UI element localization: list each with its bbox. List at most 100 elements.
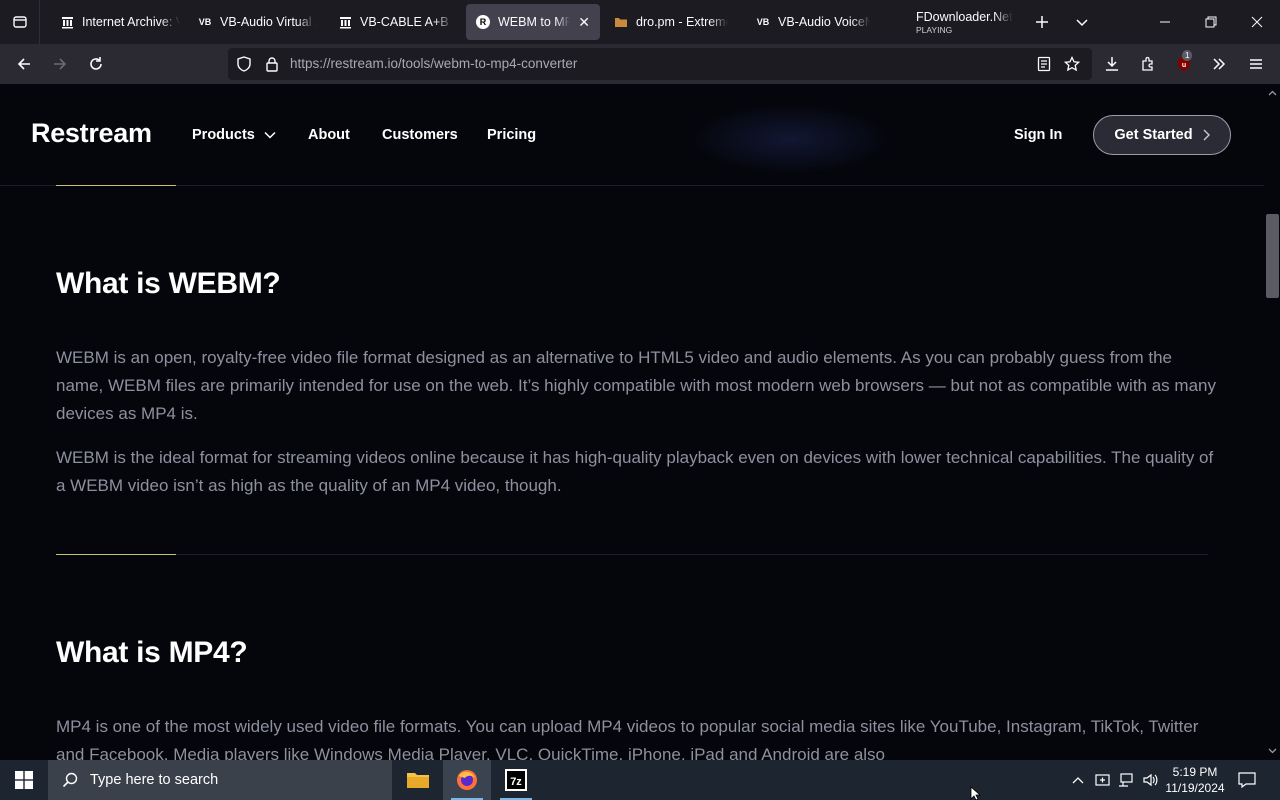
tab-bar: Internet Archive: V VB VB-Audio Virtual … (0, 0, 1280, 44)
section-divider (56, 554, 1208, 555)
taskbar: Type here to search 7z 5:19 PM 11/19/202… (0, 760, 1280, 800)
reload-button[interactable] (80, 48, 112, 80)
start-button[interactable] (0, 760, 48, 800)
firefox-view-button[interactable] (0, 0, 40, 44)
network-icon[interactable] (1116, 770, 1136, 790)
tab-webm-to-mp4[interactable]: R WEBM to MP4 ✕ (466, 4, 600, 40)
tab-vb-audio-virtual[interactable]: VB VB-Audio Virtual A (188, 4, 326, 40)
clock-time: 5:19 PM (1172, 765, 1218, 779)
tab-dro-pm[interactable]: dro.pm - Extreme (604, 4, 738, 40)
clock-date: 11/19/2024 (1165, 781, 1225, 795)
download-icon (1106, 57, 1118, 71)
nav-customers[interactable]: Customers (382, 127, 458, 143)
close-window-button[interactable] (1234, 0, 1280, 44)
restream-logo[interactable]: Restream (31, 118, 152, 149)
action-center-icon[interactable] (1237, 770, 1257, 790)
nav-about[interactable]: About (308, 127, 350, 143)
folder-icon (614, 15, 628, 29)
archive-icon (338, 15, 352, 29)
restore-icon (1205, 16, 1217, 28)
chevron-down-icon (1076, 19, 1088, 27)
arrow-right-icon (54, 58, 67, 70)
arrow-left-icon (17, 58, 30, 70)
svg-text:7z: 7z (510, 776, 522, 788)
navigation-toolbar: https://restream.io/tools/webm-to-mp4-co… (0, 44, 1280, 84)
close-tab-icon[interactable]: ✕ (578, 14, 590, 31)
webm-paragraph-2: WEBM is the ideal format for streaming v… (56, 448, 1214, 495)
tracking-protection-icon[interactable] (236, 56, 252, 72)
tab-label: WEBM to MP4 (498, 15, 571, 29)
nav-products[interactable]: Products (192, 127, 276, 143)
divider-accent (56, 185, 176, 186)
restore-button[interactable] (1188, 0, 1234, 44)
url-text: https://restream.io/tools/webm-to-mp4-co… (290, 56, 578, 71)
tab-vb-audio-voicemeeter[interactable]: VB VB-Audio VoiceM (746, 4, 880, 40)
firefox-view-icon (12, 16, 27, 28)
section-heading-mp4: What is MP4? (56, 636, 248, 669)
scroll-up-arrow-icon[interactable] (1267, 88, 1277, 98)
tab-internet-archive[interactable]: Internet Archive: V (50, 4, 190, 40)
page-scrollbar[interactable] (1264, 84, 1280, 760)
show-hidden-icons-button[interactable] (1068, 770, 1088, 790)
section-divider (56, 185, 1208, 186)
chevron-right-icon (1203, 129, 1210, 141)
hamburger-menu-icon (1250, 59, 1262, 69)
windows-logo-icon (15, 771, 33, 789)
search-icon (62, 772, 78, 788)
chevron-down-icon (264, 131, 276, 139)
app-menu-button[interactable] (1240, 48, 1272, 80)
header-glow (690, 104, 890, 174)
firefox-taskbar-button[interactable] (443, 760, 491, 800)
lock-icon[interactable] (264, 56, 280, 72)
nav-pricing[interactable]: Pricing (487, 127, 536, 143)
search-placeholder: Type here to search (90, 772, 219, 788)
vb-icon: VB (756, 17, 770, 27)
reader-view-icon[interactable] (1036, 56, 1052, 72)
minimize-button[interactable] (1142, 0, 1188, 44)
taskbar-clock[interactable]: 5:19 PM 11/19/2024 (1160, 764, 1230, 796)
mouse-cursor-icon (970, 786, 982, 800)
extensions-button[interactable] (1132, 48, 1164, 80)
scroll-thumb[interactable] (1266, 214, 1279, 298)
sign-in-link[interactable]: Sign In (1014, 127, 1062, 143)
minimize-icon (1160, 21, 1170, 23)
tab-label: FDownloader.Net (916, 9, 1013, 24)
new-tab-button[interactable] (1022, 0, 1062, 44)
tab-label: dro.pm - Extreme (636, 15, 728, 29)
taskbar-search-box[interactable]: Type here to search (48, 760, 392, 800)
tab-label: VB-Audio VoiceM (778, 15, 870, 29)
downloads-button[interactable] (1096, 48, 1128, 80)
file-explorer-taskbar-button[interactable] (394, 760, 442, 800)
tab-vb-cable[interactable]: VB-CABLE A+B Dr (328, 4, 463, 40)
folder-icon (407, 773, 429, 788)
vb-icon: VB (198, 17, 212, 27)
tab-label: VB-CABLE A+B Dr (360, 15, 453, 29)
tab-playing-label: PLAYING (916, 24, 953, 35)
scroll-down-arrow-icon[interactable] (1267, 746, 1277, 756)
safely-remove-hardware-icon[interactable] (1093, 770, 1113, 790)
close-icon (1251, 16, 1263, 28)
bookmark-star-icon[interactable] (1064, 56, 1080, 72)
divider-accent (56, 554, 176, 555)
puzzle-icon (1142, 56, 1153, 71)
back-button[interactable] (8, 48, 40, 80)
tab-fdownloader[interactable]: FDownloader.Net PLAYING (906, 4, 1016, 40)
url-bar[interactable]: https://restream.io/tools/webm-to-mp4-co… (228, 48, 1092, 80)
double-chevron-right-icon (1213, 58, 1226, 70)
restream-icon: R (476, 15, 490, 29)
reload-icon (90, 57, 102, 70)
firefox-icon (457, 770, 477, 790)
site-header: Restream Products About Customers Pricin… (0, 84, 1264, 186)
archive-icon (60, 15, 74, 29)
mp4-paragraph-1: MP4 is one of the most widely used video… (56, 717, 1199, 760)
list-all-tabs-button[interactable] (1062, 0, 1102, 44)
7zip-taskbar-button[interactable]: 7z (492, 760, 540, 800)
get-started-label: Get Started (1114, 127, 1193, 143)
more-tools-button[interactable] (1203, 48, 1235, 80)
page-content: Restream Products About Customers Pricin… (0, 84, 1264, 760)
forward-button[interactable] (44, 48, 76, 80)
get-started-button[interactable]: Get Started (1093, 115, 1231, 155)
volume-icon[interactable] (1140, 770, 1160, 790)
chevron-up-icon (1072, 777, 1084, 784)
nav-products-label: Products (192, 127, 255, 143)
